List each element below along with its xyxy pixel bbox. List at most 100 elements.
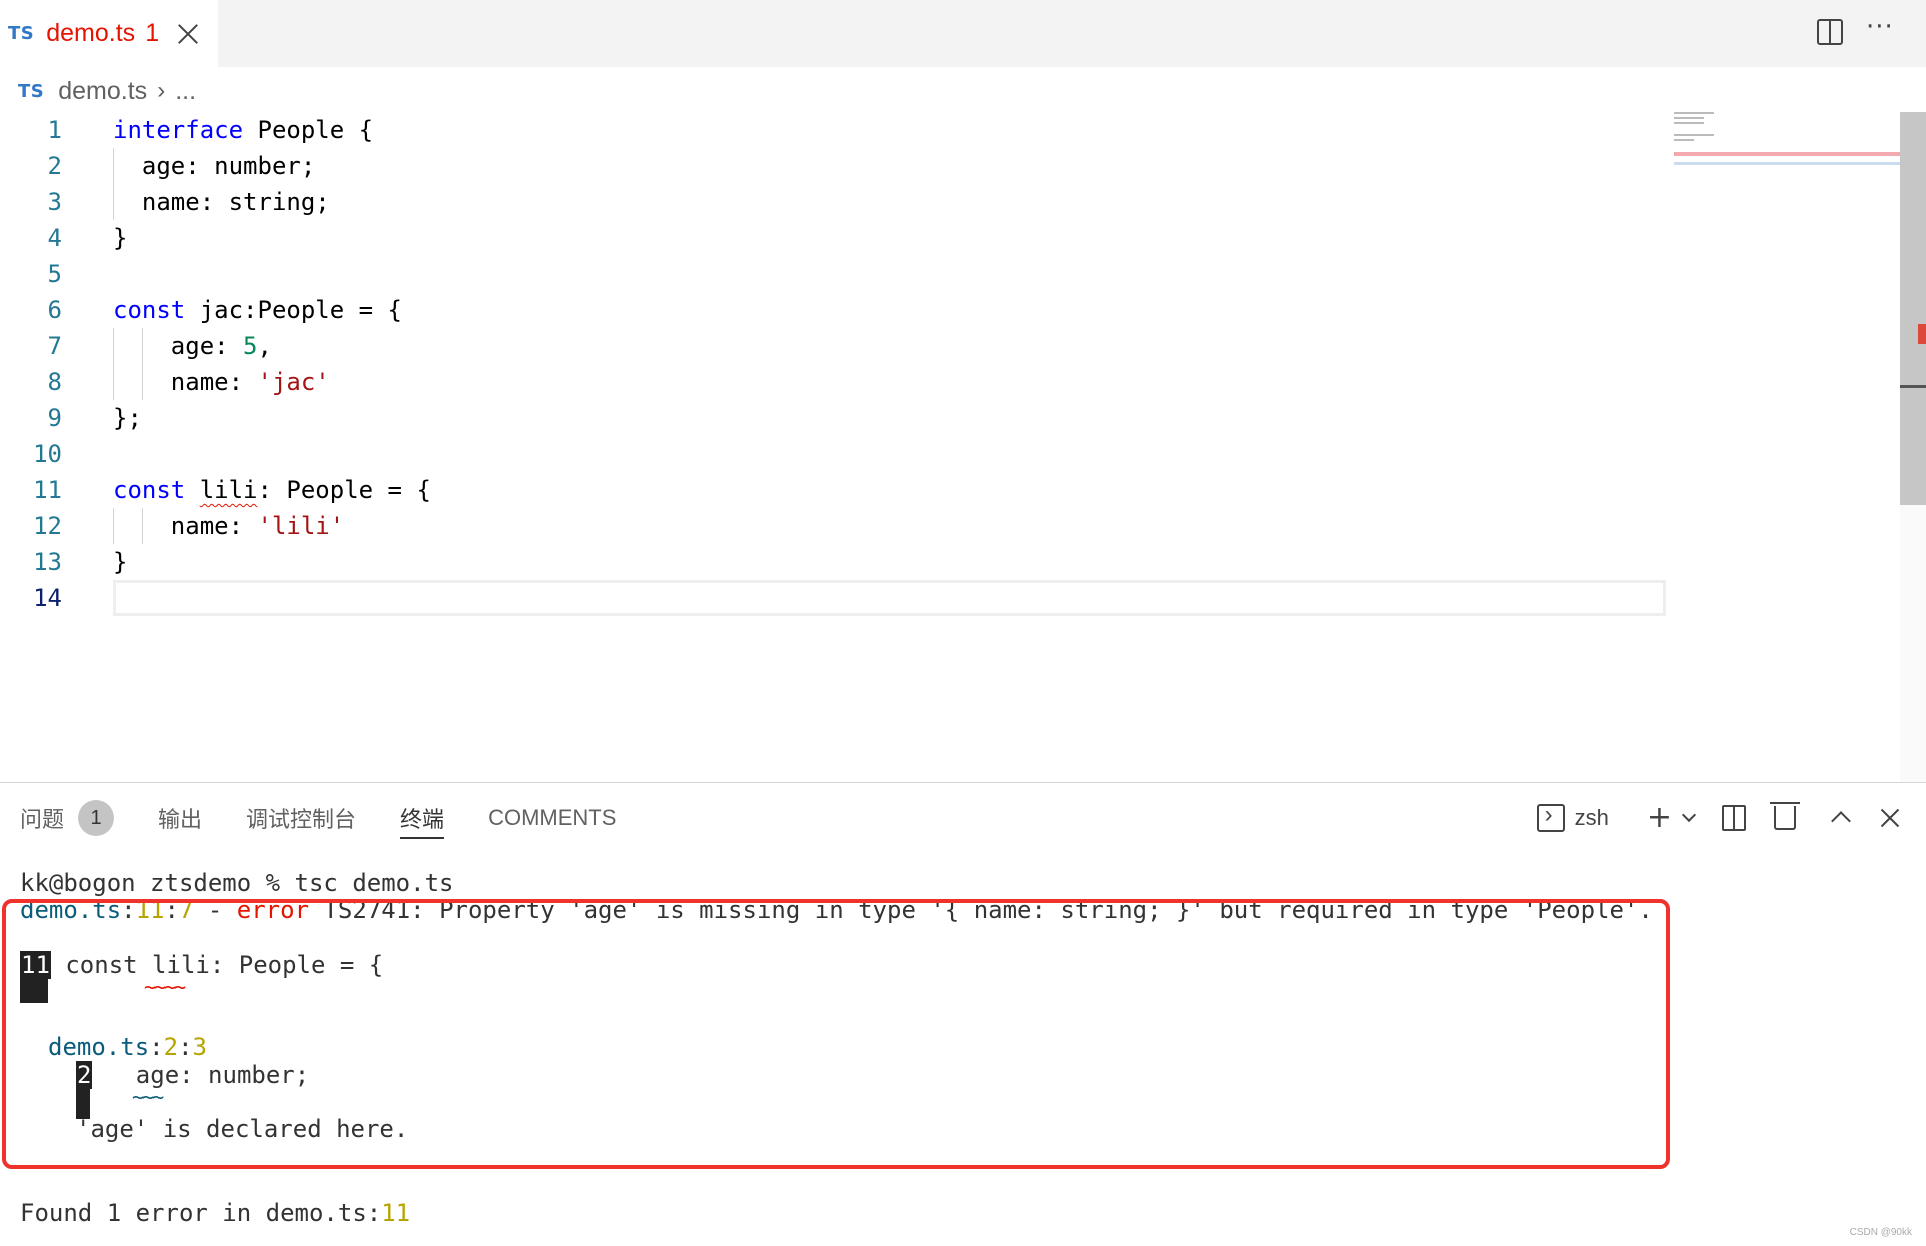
code-line: interface People { [113,112,1663,148]
minimap-line [1674,139,1694,141]
code-text: name: string; [113,188,330,216]
tab-problem-count: 1 [145,19,160,47]
code-text: name: [113,368,258,396]
code-text: } [113,224,128,252]
trash-icon[interactable] [1770,802,1800,830]
indent-guide [113,184,114,220]
panel-actions: zsh + [1536,783,1902,853]
string-literal: 'lili' [257,512,345,540]
code-line: name: 'jac' [113,364,1663,400]
panel-tabs: 问题 1 输出 调试控制台 终端 COMMENTS [20,783,660,853]
tab-label: 调试控制台 [246,807,357,832]
line-number: 11 [33,476,62,504]
tab-comments[interactable]: COMMENTS [488,783,616,853]
line-number-gutter: 1 2 3 4 5 6 7 8 9 10 11 12 13 14 [0,112,62,616]
code-text: name: [113,512,258,540]
tab-label: 输出 [158,807,203,832]
code-text: People { [243,116,374,144]
line-number: 10 [33,440,62,468]
minimap-line [1674,112,1714,114]
terminal-icon[interactable] [1536,801,1565,832]
line-number: 5 [47,260,62,288]
keyword: interface [113,116,244,144]
minimap-line [1674,122,1704,124]
keyword: const [113,476,186,504]
tab-debug-console[interactable]: 调试控制台 [246,783,356,853]
code-editor[interactable]: 1 2 3 4 5 6 7 8 9 10 11 12 13 14 interfa… [0,112,1900,782]
minimap-cursor-marker [1674,162,1900,165]
code-content[interactable]: interface People { age: number; name: st… [113,112,1666,616]
editor-tab-demo-ts[interactable]: TS demo.ts 1 [0,0,218,67]
code-line: }; [113,400,1663,436]
breadcrumb-more[interactable]: ... [175,77,196,106]
indent-guide [113,508,114,544]
split-terminal-icon[interactable] [1722,805,1746,831]
line-number: 7 [47,332,62,360]
tab-label: 终端 [400,807,445,832]
code-text: : People = { [257,476,431,504]
number-literal: 5 [243,332,258,360]
split-editor-icon[interactable] [1817,19,1843,45]
code-text: }; [113,404,142,432]
tab-label: COMMENTS [488,805,617,830]
code-line: } [113,220,1663,256]
overview-ruler-scrollbar[interactable] [1900,112,1926,782]
line-number-current: 14 [33,584,62,612]
code-line: } [113,544,1663,580]
terminal-prompt: kk@bogon ztsdemo % tsc demo.ts [20,869,454,897]
tab-label: 问题 [20,807,65,832]
minimap-line [1674,117,1704,119]
watermark: CSDN @90kk [1849,1227,1912,1238]
annotation-highlight-box [2,899,1670,1169]
indent-guide [142,364,143,400]
scrollbar-thumb[interactable] [1900,112,1926,505]
code-line: name: string; [113,184,1663,220]
current-line-highlight[interactable] [113,580,1666,616]
line-number: 1 [47,116,62,144]
string-literal: 'jac' [257,368,330,396]
ruler-error-marker [1918,324,1926,344]
problems-count-badge: 1 [78,800,115,836]
chevron-right-icon: › [157,77,166,104]
close-panel-icon[interactable] [1878,806,1902,830]
code-line: name: 'lili' [113,508,1663,544]
tab-output[interactable]: 输出 [158,783,202,853]
minimap[interactable] [1674,112,1900,192]
code-text: } [113,548,128,576]
code-text: , [257,332,272,360]
breadcrumb: TS demo.ts › ... [18,74,196,108]
summary-text: Found 1 error in demo.ts: [20,1199,382,1227]
minimap-error-marker [1674,152,1900,156]
code-line: age: number; [113,148,1663,184]
indent-guide [113,364,114,400]
line-number: 8 [47,368,62,396]
line-number: 12 [33,512,62,540]
terminal-summary: Found 1 error in demo.ts:11 [20,1199,410,1227]
indent-guide [142,508,143,544]
code-text: jac:People = { [185,296,402,324]
breadcrumb-file[interactable]: demo.ts [58,77,147,106]
tab-problems[interactable]: 问题 1 [20,783,115,853]
maximize-panel-chevron-up-icon[interactable] [1831,811,1851,831]
indent-guide [142,328,143,364]
terminal-shell-name[interactable]: zsh [1575,805,1609,831]
new-terminal-plus-icon[interactable]: + [1647,803,1672,833]
more-actions-icon[interactable]: ··· [1866,12,1894,42]
summary-line-number: 11 [381,1199,411,1227]
keyword: const [113,296,186,324]
tab-file-name: demo.ts [46,19,136,47]
chevron-down-icon[interactable] [1681,807,1697,823]
error-squiggle-identifier[interactable]: lili [200,476,258,504]
code-text: age: [113,332,244,360]
indent-guide [113,148,114,184]
close-icon[interactable] [175,21,201,47]
line-number: 4 [47,224,62,252]
code-line: age: 5, [113,328,1663,364]
tab-terminal[interactable]: 终端 [400,783,445,853]
editor-tab-bar: TS demo.ts 1 ··· [0,0,1926,67]
ruler-cursor-marker [1900,385,1926,388]
line-number: 9 [47,404,62,432]
